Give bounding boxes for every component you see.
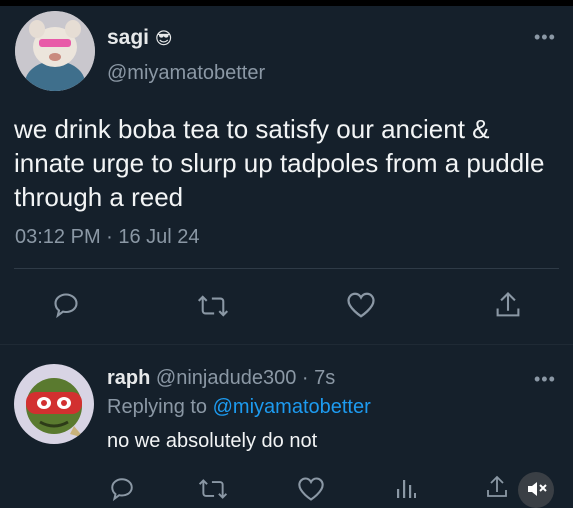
sunglasses-emoji: 😎: [154, 29, 173, 48]
replying-to-handle[interactable]: @miyamatobetter: [213, 396, 371, 418]
share-icon[interactable]: [494, 290, 522, 325]
reply-text: no we absolutely do not: [107, 430, 318, 452]
reply-handle-time[interactable]: @ninjadude300 · 7s: [156, 367, 335, 389]
heart-icon[interactable]: [346, 291, 376, 324]
reply-heart-icon[interactable]: [297, 476, 325, 507]
reply-more-options-icon[interactable]: •••: [534, 369, 556, 390]
retweet-icon[interactable]: [197, 292, 229, 325]
section-divider: [0, 344, 573, 345]
reply-share-icon[interactable]: [484, 474, 510, 505]
divider: [14, 268, 559, 269]
author-avatar[interactable]: [15, 11, 95, 91]
tweet-timestamp: 03:12 PM · 16 Jul 24: [15, 226, 200, 248]
replying-to-label: Replying to: [107, 396, 208, 418]
top-edge-bar: [0, 0, 573, 6]
reply-retweet-icon[interactable]: [198, 476, 228, 507]
reply-icon[interactable]: [52, 291, 80, 324]
reply-author-avatar[interactable]: [14, 364, 94, 444]
tweet-text: we drink boba tea to satisfy our ancient…: [14, 114, 545, 212]
author-handle[interactable]: @miyamatobetter: [107, 62, 265, 85]
reply-author-name[interactable]: raph: [107, 367, 150, 389]
author-name[interactable]: sagi: [107, 26, 149, 49]
mute-icon[interactable]: [518, 472, 554, 508]
views-icon[interactable]: [394, 476, 418, 505]
reply-reply-icon[interactable]: [109, 476, 135, 507]
more-options-icon[interactable]: •••: [534, 27, 556, 48]
